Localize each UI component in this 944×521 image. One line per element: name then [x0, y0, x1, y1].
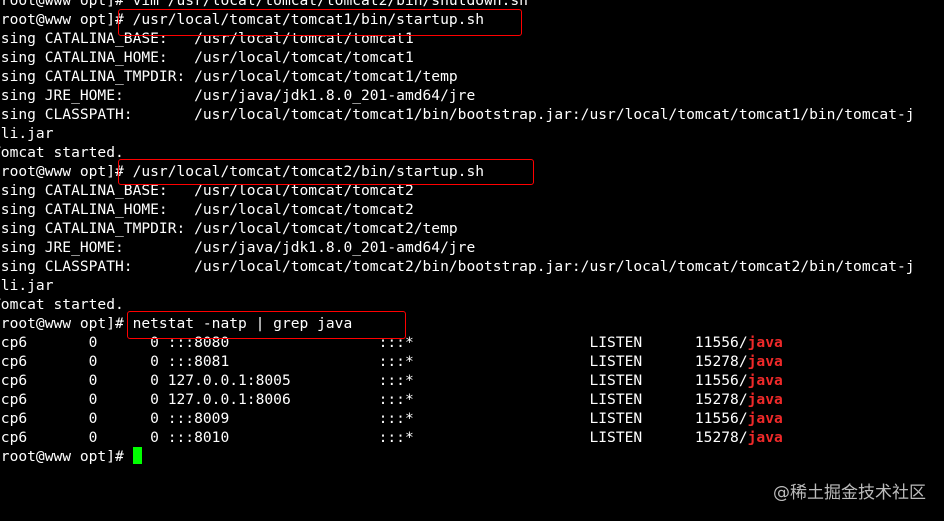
terminal-line-classpath-1: Using CLASSPATH: /usr/local/tomcat/tomca…	[0, 106, 915, 123]
netstat-row-fields: tcp6 0 0 :::8009 :::* LISTEN 11556/	[0, 410, 748, 427]
netstat-process-name: java	[747, 429, 783, 446]
netstat-process-name: java	[747, 353, 783, 370]
netstat-row-fields: tcp6 0 0 127.0.0.1:8006 :::* LISTEN 1527…	[0, 391, 748, 408]
watermark: @稀土掘金技术社区	[773, 483, 926, 503]
terminal-output[interactable]: [root@www opt]# vim /usr/local/tomcat/to…	[0, 0, 944, 466]
terminal-line-catalina-home-1: Using CATALINA_HOME: /usr/local/tomcat/t…	[0, 49, 414, 66]
netstat-row: tcp6 0 0 127.0.0.1:8005 :::* LISTEN 1155…	[0, 371, 944, 390]
highlight-box-startup-tomcat1	[118, 9, 522, 36]
terminal-prompt-line[interactable]: [root@www opt]#	[0, 447, 944, 466]
netstat-process-name: java	[747, 372, 783, 389]
netstat-row-fields: tcp6 0 0 :::8081 :::* LISTEN 15278/	[0, 353, 748, 370]
terminal-line-catalina-home-2: Using CATALINA_HOME: /usr/local/tomcat/t…	[0, 201, 414, 218]
netstat-row-fields: tcp6 0 0 :::8010 :::* LISTEN 15278/	[0, 429, 748, 446]
terminal-line-catalina-tmpdir-1: Using CATALINA_TMPDIR: /usr/local/tomcat…	[0, 68, 458, 85]
shell-prompt: [root@www opt]#	[0, 448, 133, 465]
terminal-line-jre-home-2: Using JRE_HOME: /usr/java/jdk1.8.0_201-a…	[0, 239, 476, 256]
highlight-box-netstat-command	[127, 311, 406, 339]
netstat-row: tcp6 0 0 :::8081 :::* LISTEN 15278/java	[0, 352, 944, 371]
terminal-line-jre-home-1: Using JRE_HOME: /usr/java/jdk1.8.0_201-a…	[0, 87, 476, 104]
netstat-row: tcp6 0 0 :::8009 :::* LISTEN 11556/java	[0, 409, 944, 428]
terminal-line-classpath-1-wrap: uli.jar	[0, 125, 54, 142]
terminal-line-classpath-2: Using CLASSPATH: /usr/local/tomcat/tomca…	[0, 258, 915, 275]
netstat-process-name: java	[747, 410, 783, 427]
netstat-process-name: java	[747, 391, 783, 408]
terminal-cursor	[132, 447, 142, 464]
netstat-row: tcp6 0 0 127.0.0.1:8006 :::* LISTEN 1527…	[0, 390, 944, 409]
highlight-box-startup-tomcat2	[118, 159, 534, 185]
terminal-line-classpath-2-wrap: uli.jar	[0, 277, 54, 294]
netstat-row-fields: tcp6 0 0 127.0.0.1:8005 :::* LISTEN 1155…	[0, 372, 748, 389]
netstat-row: tcp6 0 0 :::8010 :::* LISTEN 15278/java	[0, 428, 944, 447]
netstat-process-name: java	[747, 334, 783, 351]
terminal-line-catalina-tmpdir-2: Using CATALINA_TMPDIR: /usr/local/tomcat…	[0, 220, 458, 237]
